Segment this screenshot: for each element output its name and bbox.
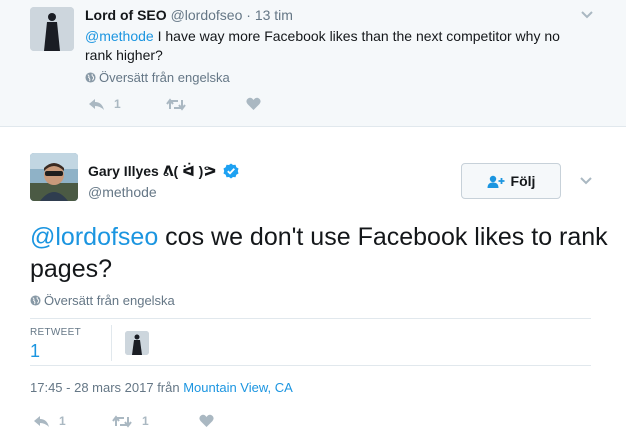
translate-link[interactable]: Översätt från engelska bbox=[85, 70, 230, 85]
tweet-actions: 1 1 bbox=[33, 414, 214, 428]
author-name[interactable]: Lord of SEO bbox=[85, 7, 167, 23]
parent-tweet-header: Lord of SEO @lordofseo · 13 tim bbox=[85, 7, 293, 23]
time-separator: · bbox=[246, 7, 251, 23]
reply-action[interactable]: 1 bbox=[88, 97, 166, 111]
retweet-count: 1 bbox=[142, 414, 149, 428]
reply-icon bbox=[34, 415, 49, 427]
tweet-body: I have way more Facebook likes than the … bbox=[85, 28, 560, 63]
like-action[interactable] bbox=[246, 97, 261, 111]
mention-link[interactable]: @lordofseo bbox=[30, 223, 158, 251]
reply-action[interactable]: 1 bbox=[33, 414, 112, 428]
retweet-stat-label: RETWEET bbox=[30, 327, 81, 338]
tweet-timestamp: 17:45 - 28 mars 2017 från Mountain View,… bbox=[30, 380, 293, 395]
chevron-down-icon[interactable] bbox=[579, 176, 593, 186]
translate-link[interactable]: Översätt från engelska bbox=[30, 293, 175, 308]
parent-tweet-text: @methode I have way more Facebook likes … bbox=[85, 27, 585, 65]
translate-label: Översätt från engelska bbox=[99, 70, 230, 85]
retweet-action[interactable]: 1 bbox=[112, 414, 199, 428]
tweet-stats: RETWEET 1 bbox=[30, 318, 591, 366]
translate-label: Översätt från engelska bbox=[44, 293, 175, 308]
lordofseo-avatar[interactable] bbox=[30, 7, 74, 51]
parent-tweet: Lord of SEO @lordofseo · 13 tim @methode… bbox=[0, 0, 626, 127]
follow-label: Följ bbox=[510, 173, 536, 189]
verified-badge-icon bbox=[223, 163, 239, 179]
globe-icon bbox=[30, 295, 41, 306]
heart-icon bbox=[246, 97, 261, 110]
parent-tweet-actions: 1 bbox=[88, 97, 261, 111]
retweet-action[interactable] bbox=[166, 97, 246, 111]
author-handle[interactable]: @methode bbox=[88, 184, 157, 200]
tweet-time[interactable]: 13 tim bbox=[255, 7, 293, 23]
author-name[interactable]: Gary Illyes ᕕ( ᐛ )ᕗ bbox=[88, 163, 239, 180]
retweet-icon bbox=[112, 414, 132, 428]
tweet-location[interactable]: Mountain View, CA bbox=[183, 380, 293, 395]
retweet-stat-count[interactable]: 1 bbox=[30, 341, 40, 362]
mention-link[interactable]: @methode bbox=[85, 28, 154, 44]
reply-icon bbox=[89, 98, 104, 110]
author-handle[interactable]: @lordofseo bbox=[171, 7, 243, 23]
tweet-text: @lordofseo cos we don't use Facebook lik… bbox=[30, 221, 610, 285]
retweet-icon bbox=[166, 97, 186, 111]
reply-count: 1 bbox=[114, 97, 121, 111]
follow-user-icon bbox=[487, 175, 505, 188]
globe-icon bbox=[85, 72, 96, 83]
reply-count: 1 bbox=[59, 414, 66, 428]
author-name-text: Gary Illyes ᕕ( ᐛ )ᕗ bbox=[88, 163, 217, 179]
like-action[interactable] bbox=[199, 414, 214, 428]
heart-icon bbox=[199, 414, 214, 427]
retweeter-avatar[interactable] bbox=[125, 331, 149, 355]
gary-illyes-avatar[interactable] bbox=[30, 153, 78, 201]
stats-divider bbox=[111, 325, 112, 361]
follow-button[interactable]: Följ bbox=[461, 163, 561, 199]
tweet-date: 17:45 - 28 mars 2017 från bbox=[30, 380, 184, 395]
chevron-down-icon[interactable] bbox=[580, 10, 594, 20]
